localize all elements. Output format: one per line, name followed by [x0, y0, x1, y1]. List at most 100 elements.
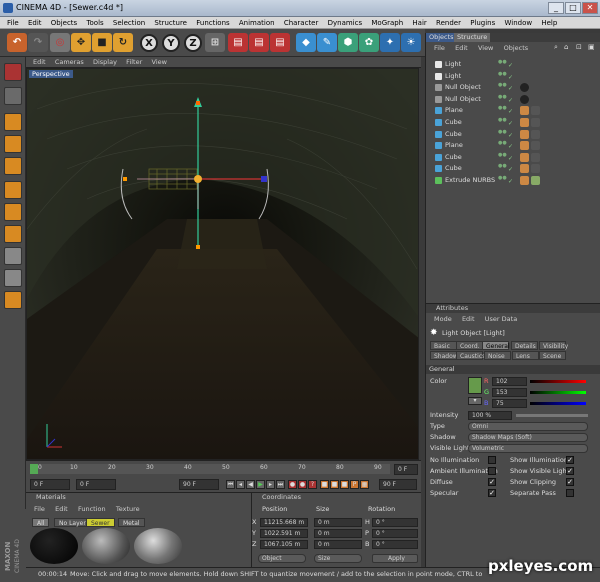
close-button[interactable]: ✕: [582, 2, 598, 14]
ambient-illumination-checkbox[interactable]: [488, 467, 496, 475]
material-tag-icon[interactable]: [531, 141, 540, 151]
object-row[interactable]: Plane ●● ✓: [426, 105, 600, 116]
material-preview-2[interactable]: [82, 528, 130, 564]
new-view-icon[interactable]: ⊡: [576, 43, 582, 51]
objects-menu-file[interactable]: File: [434, 43, 445, 53]
attr-tab-noise[interactable]: Noise: [484, 351, 511, 360]
enabled-check-icon[interactable]: ✓: [508, 83, 513, 94]
play-icon[interactable]: ▶: [256, 480, 265, 489]
min-frame-field[interactable]: 0 F: [76, 479, 116, 490]
move-icon[interactable]: ✥: [71, 33, 91, 52]
material-tag-icon[interactable]: [531, 106, 540, 116]
object-row[interactable]: Light ●● ✓: [426, 59, 600, 70]
attr-tab-general[interactable]: General: [482, 341, 510, 350]
menu-dynamics[interactable]: Dynamics: [328, 17, 363, 29]
size-y-field[interactable]: 0 m: [314, 529, 362, 538]
scale-icon[interactable]: ■: [92, 33, 112, 52]
texture-tag-icon[interactable]: [520, 106, 529, 116]
end-frame-field[interactable]: 90 F: [179, 479, 219, 490]
attr-tab-shadow[interactable]: Shadow: [430, 351, 458, 360]
record-icon[interactable]: ●: [288, 480, 297, 489]
object-name[interactable]: Light: [445, 59, 461, 70]
use-polygons-icon[interactable]: [4, 157, 22, 175]
menu-render[interactable]: Render: [436, 17, 461, 29]
object-name[interactable]: Cube: [445, 117, 462, 128]
intensity-field[interactable]: 100 %: [468, 411, 512, 420]
visibility-dots[interactable]: ●●: [498, 83, 507, 92]
soft-selection-icon[interactable]: [4, 291, 22, 309]
minimize-button[interactable]: _: [548, 2, 564, 14]
material-filter-metal[interactable]: Metal: [118, 518, 145, 527]
texture-tag-icon[interactable]: [520, 152, 529, 162]
object-name[interactable]: Cube: [445, 129, 462, 140]
menu-tools[interactable]: Tools: [86, 17, 103, 29]
rotation-b-field[interactable]: 0 °: [372, 540, 418, 549]
workplane-icon[interactable]: [4, 203, 22, 221]
materials-menu-edit[interactable]: Edit: [55, 504, 68, 514]
materials-menu-file[interactable]: File: [34, 504, 45, 514]
visibility-dots[interactable]: ●●: [498, 118, 507, 127]
menu-file[interactable]: File: [7, 17, 19, 29]
snap-icon[interactable]: [4, 225, 22, 243]
cube-primitive-icon[interactable]: ◆: [296, 33, 316, 52]
menu-selection[interactable]: Selection: [113, 17, 145, 29]
tab-structure[interactable]: Structure: [454, 33, 491, 42]
goto-end-icon[interactable]: ⏭: [276, 480, 285, 489]
maximize-button[interactable]: □: [565, 2, 581, 14]
object-name[interactable]: Null Object: [445, 94, 481, 105]
object-row[interactable]: Extrude NURBS ●● ✓: [426, 175, 600, 186]
viewport-menu-edit[interactable]: Edit: [33, 57, 46, 68]
nurbs-icon[interactable]: ⬢: [338, 33, 358, 52]
menu-edit[interactable]: Edit: [28, 17, 42, 29]
goto-start-icon[interactable]: ⏮: [226, 480, 235, 489]
attr-tab-visibility[interactable]: Visibility: [539, 341, 568, 350]
z-axis-toggle[interactable]: Z: [184, 34, 202, 52]
render-picture-viewer-icon[interactable]: ▤: [249, 33, 269, 52]
enabled-check-icon[interactable]: ✓: [508, 72, 513, 83]
visibility-dots[interactable]: ●●: [498, 106, 507, 115]
material-tag-icon[interactable]: [531, 118, 540, 127]
object-row[interactable]: Plane ●● ✓: [426, 140, 600, 151]
object-name[interactable]: Plane: [445, 105, 463, 116]
enabled-check-icon[interactable]: ✓: [508, 176, 513, 187]
texture-tag-icon[interactable]: [520, 164, 529, 174]
rotation-p-field[interactable]: 0 °: [372, 529, 418, 538]
light-color-swatch[interactable]: [468, 377, 482, 394]
diffuse-checkbox[interactable]: ✓: [488, 478, 496, 486]
attributes-menu-mode[interactable]: Mode: [434, 314, 452, 324]
lock-icon[interactable]: ▣: [588, 43, 595, 51]
rotation-h-field[interactable]: 0 °: [372, 518, 418, 527]
visibility-dots[interactable]: ●●: [498, 176, 507, 185]
object-name[interactable]: Cube: [445, 163, 462, 174]
object-row[interactable]: Light ●● ✓: [426, 71, 600, 82]
objects-menu-view[interactable]: View: [478, 43, 493, 53]
texture-tag-icon[interactable]: [520, 118, 529, 127]
object-name[interactable]: Extrude NURBS: [445, 175, 495, 186]
material-tag-icon[interactable]: [531, 152, 540, 162]
attr-tab-lens[interactable]: Lens: [512, 351, 539, 360]
no-illumination-checkbox[interactable]: [488, 456, 496, 464]
material-filter-sewer[interactable]: Sewer: [86, 518, 115, 527]
key-param-icon[interactable]: P: [350, 480, 359, 489]
specular-checkbox[interactable]: ✓: [488, 489, 496, 497]
attr-tab-caustics[interactable]: Caustics: [456, 351, 485, 360]
viewport-menu-filter[interactable]: Filter: [126, 57, 142, 68]
menu-plugins[interactable]: Plugins: [470, 17, 495, 29]
objects-menu-objects[interactable]: Objects: [504, 43, 529, 53]
attributes-menu-edit[interactable]: Edit: [462, 314, 475, 324]
key-scale-icon[interactable]: ■: [330, 480, 339, 489]
shadow-dropdown[interactable]: Shadow Maps (Soft): [468, 433, 588, 442]
visible-light-dropdown[interactable]: Volumetric: [468, 444, 588, 453]
menu-objects[interactable]: Objects: [51, 17, 77, 29]
fps-field[interactable]: 90 F: [379, 479, 417, 490]
objects-menu-edit[interactable]: Edit: [455, 43, 468, 53]
enabled-check-icon[interactable]: ✓: [508, 95, 513, 106]
object-row[interactable]: Cube ●● ✓: [426, 163, 600, 174]
texture-tag-icon[interactable]: [520, 176, 529, 185]
coordinate-system-icon[interactable]: ⊞: [205, 33, 225, 52]
key-position-icon[interactable]: ■: [320, 480, 329, 489]
live-select-icon[interactable]: ◎: [50, 33, 70, 52]
material-tag-icon[interactable]: [531, 129, 540, 139]
use-points-icon[interactable]: [4, 113, 22, 131]
size-z-field[interactable]: 0 m: [314, 540, 362, 549]
